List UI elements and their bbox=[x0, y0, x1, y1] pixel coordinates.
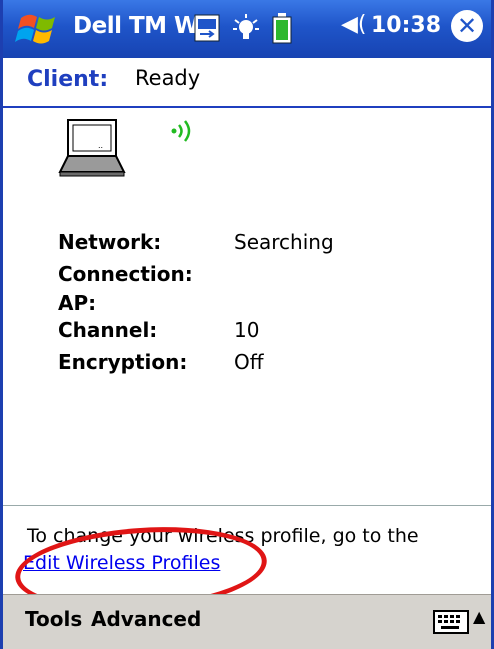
wireless-signal-icon bbox=[171, 120, 191, 142]
lightbulb-icon[interactable] bbox=[231, 12, 261, 46]
client-divider bbox=[3, 106, 491, 108]
close-button[interactable]: ✕ bbox=[451, 10, 483, 42]
network-label: Network: bbox=[58, 230, 162, 254]
ap-label: AP: bbox=[58, 291, 97, 315]
app-window: Dell TM W ◀︎( 10:38 ✕ Client: Ready .. N… bbox=[0, 0, 494, 649]
menu-bar: Tools Advanced ▲ bbox=[3, 594, 491, 649]
connectivity-icon[interactable] bbox=[193, 12, 223, 44]
input-panel-arrow-icon[interactable]: ▲ bbox=[473, 607, 485, 626]
channel-value: 10 bbox=[234, 318, 260, 342]
menu-tools[interactable]: Tools bbox=[25, 607, 82, 631]
laptop-icon: .. bbox=[58, 119, 126, 177]
windows-flag-icon[interactable] bbox=[15, 8, 65, 50]
client-label: Client: bbox=[27, 67, 109, 92]
connection-label: Connection: bbox=[58, 262, 193, 286]
channel-label: Channel: bbox=[58, 318, 158, 342]
volume-icon[interactable]: ◀︎( bbox=[341, 12, 367, 37]
clock[interactable]: 10:38 bbox=[371, 13, 441, 38]
encryption-label: Encryption: bbox=[58, 350, 188, 374]
battery-icon[interactable] bbox=[271, 12, 293, 44]
keyboard-icon[interactable] bbox=[433, 610, 469, 634]
window-title: Dell TM W bbox=[73, 13, 199, 39]
network-value: Searching bbox=[234, 230, 334, 254]
encryption-value: Off bbox=[234, 350, 264, 374]
menu-advanced[interactable]: Advanced bbox=[91, 607, 201, 631]
svg-text:..: .. bbox=[98, 141, 103, 150]
title-bar: Dell TM W ◀︎( 10:38 ✕ bbox=[3, 0, 491, 58]
client-status: Ready bbox=[135, 66, 201, 90]
footer-divider bbox=[3, 505, 491, 506]
